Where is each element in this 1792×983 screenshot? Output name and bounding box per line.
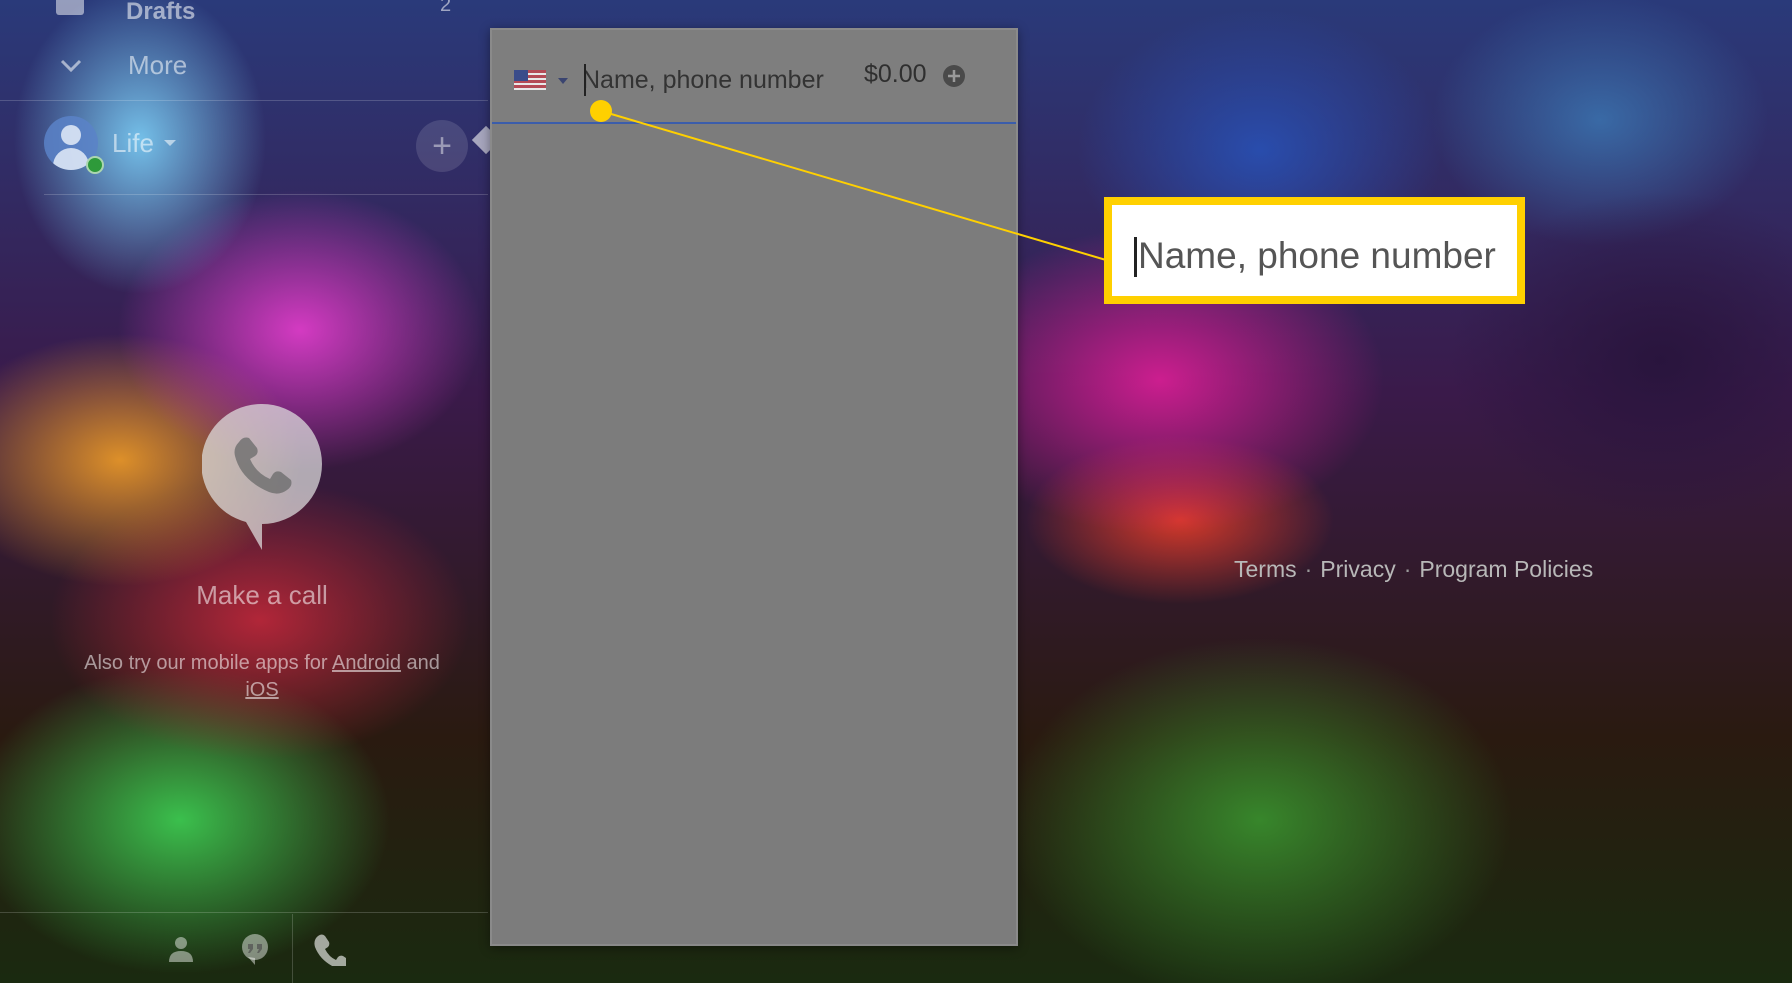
text-cursor [584,64,586,96]
divider [0,912,488,913]
make-a-call-text: Make a call [196,580,328,610]
footer-separator: · [1403,556,1412,582]
divider [292,914,293,983]
add-circle-icon[interactable] [942,64,966,88]
account-switcher[interactable]: Life + [44,116,484,176]
drafts-row[interactable] [56,0,84,16]
mobile-apps-text: Also try our mobile apps for Android and… [70,650,454,704]
phone-bubble-icon [202,404,322,550]
more-label: More [128,49,188,80]
dialer-header: $0.00 [492,30,1016,124]
privacy-link[interactable]: Privacy [1320,556,1395,582]
quote-bubble-icon[interactable] [238,932,272,966]
caret-down-icon [164,140,176,146]
footer-separator: · [1304,556,1313,582]
new-conversation-button[interactable]: + [416,120,468,172]
drafts-icon [56,0,84,15]
name-phone-search-input[interactable] [582,62,862,98]
account-name: Life [112,128,154,158]
ios-link[interactable]: iOS [245,679,278,701]
us-flag-icon[interactable] [514,70,546,90]
footer-links: Terms · Privacy · Program Policies [1234,556,1593,583]
dialer-popup: $0.00 [490,28,1018,946]
person-icon[interactable] [164,932,198,966]
divider [44,194,488,195]
phone-icon[interactable] [312,932,346,966]
chevron-down-icon [60,59,82,73]
terms-link[interactable]: Terms [1234,556,1297,582]
callout-box: Name, phone number [1104,197,1525,304]
divider [0,100,488,101]
program-policies-link[interactable]: Program Policies [1419,556,1593,582]
more-menu-item[interactable]: More [58,48,187,82]
mobile-apps-and: and [400,652,440,674]
drafts-label[interactable]: Drafts [126,0,195,26]
bottom-nav-bar [0,914,488,983]
country-dropdown-icon[interactable] [558,78,568,84]
hangouts-sidebar: Drafts 2 More Life + Make a call Also tr… [0,0,488,983]
mobile-apps-prefix: Also try our mobile apps for [84,652,332,674]
drafts-count: 2 [440,0,452,16]
android-link[interactable]: Android [332,652,401,674]
presence-status-dot [86,156,104,174]
callout-text-cursor [1134,237,1137,277]
call-credit-balance: $0.00 [864,60,927,88]
callout-text: Name, phone number [1138,235,1496,276]
